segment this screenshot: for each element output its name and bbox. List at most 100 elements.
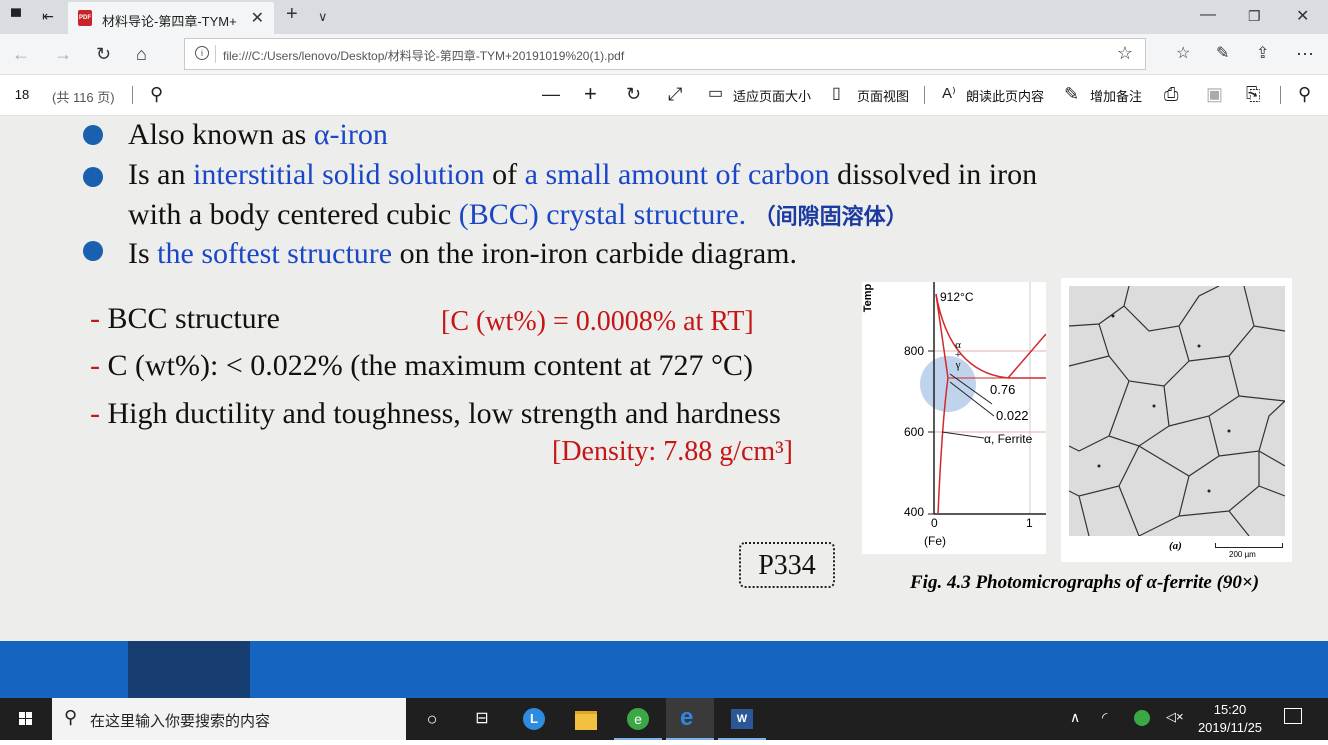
tab-actions-icon[interactable]: ▀ (8, 8, 24, 24)
add-notes-icon: ✎ (1064, 84, 1080, 104)
read-aloud-icon: A⁾ (942, 85, 956, 102)
share-icon[interactable]: ⇪ (1256, 44, 1269, 64)
tick-label-x1: 1 (1026, 516, 1033, 530)
zoom-out-icon[interactable]: — (542, 83, 560, 105)
micrograph-panel: (a) 200 µm (1061, 278, 1292, 562)
leader-line (941, 431, 985, 439)
favorites-icon[interactable]: ☆ (1176, 44, 1190, 64)
new-tab-icon[interactable]: + (286, 3, 298, 26)
page-total: (共 116 页) (52, 90, 115, 105)
add-notes-button[interactable]: 增加备注 (1090, 86, 1142, 105)
clock-date: 2019/11/25 (1197, 720, 1263, 735)
edge-browser-icon[interactable]: e (666, 698, 714, 740)
alpha-gamma-label: α + γ (954, 339, 962, 371)
bullet-line-2: Is an interstitial solid solution of a s… (128, 158, 1038, 191)
toolbar-divider (924, 86, 925, 104)
forward-icon[interactable]: → (54, 44, 72, 64)
windows-logo-icon (19, 712, 32, 725)
notifications-icon[interactable] (1284, 708, 1302, 724)
notes-pen-icon[interactable]: ✎ (1216, 44, 1229, 64)
property-ductility: - High ductility and toughness, low stre… (90, 397, 781, 430)
toolbar-divider (132, 86, 133, 104)
restore-icon[interactable]: ❐ (1248, 8, 1261, 25)
bullet-line-3: Is the softest structure on the iron-iro… (128, 237, 797, 270)
micrograph-image (1069, 286, 1285, 536)
bullet-marker (83, 167, 103, 187)
search-icon: ⚲ (64, 707, 78, 727)
minimize-icon[interactable]: — (1200, 6, 1216, 24)
inclusion-dot (1111, 314, 1115, 318)
back-icon[interactable]: ← (12, 44, 30, 64)
inclusion-dot (1197, 344, 1201, 348)
bullet-line-2-cont: with a body centered cubic (BCC) crystal… (128, 198, 908, 231)
grain-lines (1069, 286, 1285, 536)
close-window-icon[interactable]: ✕ (1296, 6, 1309, 26)
property-bcc: - BCC structure (90, 302, 280, 335)
search-icon[interactable]: ⚲ (150, 83, 163, 105)
cortana-icon[interactable]: ○ (408, 698, 456, 740)
close-tab-icon[interactable]: ✕ (251, 8, 264, 28)
label-076: 0.76 (990, 382, 1016, 397)
read-aloud-button[interactable]: 朗读此页内容 (966, 86, 1044, 105)
save-as-icon[interactable]: ⎘ (1246, 83, 1260, 105)
start-button[interactable] (2, 698, 50, 740)
url-text: file:///C:/Users/lenovo/Desktop/材料导论-第四章… (223, 49, 625, 63)
page-view-icon: ▯ (832, 85, 841, 102)
home-icon[interactable]: ⌂ (136, 44, 147, 64)
label-ferrite: α, Ferrite (984, 432, 1033, 446)
browser-360-icon[interactable]: e (614, 698, 662, 740)
page-ref-box: P334 (739, 542, 835, 588)
system-clock[interactable]: 15:20 2019/11/25 (1192, 701, 1268, 737)
fit-page-icon: ▭ (708, 85, 724, 102)
zoom-in-icon[interactable]: + (584, 83, 597, 105)
task-view-icon[interactable]: ⊟ (458, 698, 506, 740)
search-placeholder: 在这里输入你要搜索的内容 (90, 713, 271, 730)
property-carbon-max: - C (wt%): < 0.022% (the maximum content… (90, 349, 753, 382)
inclusion-dot (1227, 429, 1231, 433)
y-axis-label: Temp (862, 283, 874, 313)
figure-caption: Fig. 4.3 Photomicrographs of α-ferrite (… (910, 572, 1260, 593)
tick-label-x0: 0 (931, 516, 938, 530)
fit-page-button[interactable]: 适应页面大小 (733, 86, 811, 105)
pdf-toolbar: 18 (共 116 页) ⚲ — + ↻ ⤢ ▭ 适应页面大小 ▯ 页面视图 A… (0, 75, 1328, 116)
show-hidden-icons-chevron[interactable]: ∧ (1070, 709, 1080, 726)
tick-label-400: 400 (904, 505, 925, 519)
set-tabs-aside-icon[interactable]: ⇤ (40, 8, 56, 24)
toolbar-divider (1280, 86, 1281, 104)
taskbar-search-box[interactable]: ⚲ 在这里输入你要搜索的内容 (52, 698, 406, 740)
print-icon[interactable]: ⎙ (1164, 83, 1178, 105)
page-number-field[interactable]: 18 (6, 83, 38, 107)
tab-preview-chevron-icon[interactable]: ∨ (318, 9, 328, 25)
bullet-line-1: Also known as α-iron (128, 118, 388, 151)
pdf-file-icon: PDF (78, 10, 92, 26)
security-tray-icon[interactable] (1134, 710, 1150, 726)
url-divider (215, 45, 216, 63)
save-icon[interactable]: ▣ (1206, 83, 1223, 105)
scale-bar-label: 200 µm (1229, 550, 1256, 559)
browser-tab[interactable]: PDF 材料导论-第四章-TYM+ ✕ (68, 2, 274, 34)
carbon-content-note: [C (wt%) = 0.0008% at RT] (441, 306, 754, 337)
word-icon[interactable]: W (718, 698, 766, 740)
volume-muted-icon[interactable]: ◁× (1166, 709, 1184, 725)
info-icon[interactable]: i (195, 46, 209, 60)
file-explorer-icon[interactable] (562, 698, 610, 740)
clock-time: 15:20 (1213, 702, 1247, 717)
temp-912-label: 912°C (940, 290, 974, 304)
fullscreen-icon[interactable]: ⤢ (668, 83, 682, 105)
title-bar: ▀ ⇤ PDF 材料导论-第四章-TYM+ ✕ + ∨ — ❐ ✕ (0, 0, 1328, 34)
inclusion-dot (1097, 464, 1101, 468)
refresh-icon[interactable]: ↻ (96, 44, 111, 64)
rotate-icon[interactable]: ↻ (626, 83, 641, 105)
favorite-star-icon[interactable]: ☆ (1117, 43, 1133, 64)
inclusion-dot (1152, 404, 1156, 408)
more-menu-icon[interactable]: ⋯ (1296, 44, 1314, 64)
banner-block (128, 641, 250, 698)
windows-taskbar: ⚲ 在这里输入你要搜索的内容 ○ ⊟ L e e W ∧ ◜ ◁× 15:20 … (0, 698, 1328, 740)
app-l-icon[interactable]: L (510, 698, 558, 740)
url-field[interactable]: i file:///C:/Users/lenovo/Desktop/材料导论-第… (184, 38, 1146, 70)
page-view-button[interactable]: 页面视图 (857, 86, 909, 105)
tab-title: 材料导论-第四章-TYM+ (102, 14, 237, 29)
wifi-icon[interactable]: ◜ (1102, 709, 1107, 726)
pin-toolbar-icon[interactable]: ⚲ (1298, 83, 1311, 105)
pdf-page-content: Also known as α-iron Is an interstitial … (0, 116, 1328, 698)
